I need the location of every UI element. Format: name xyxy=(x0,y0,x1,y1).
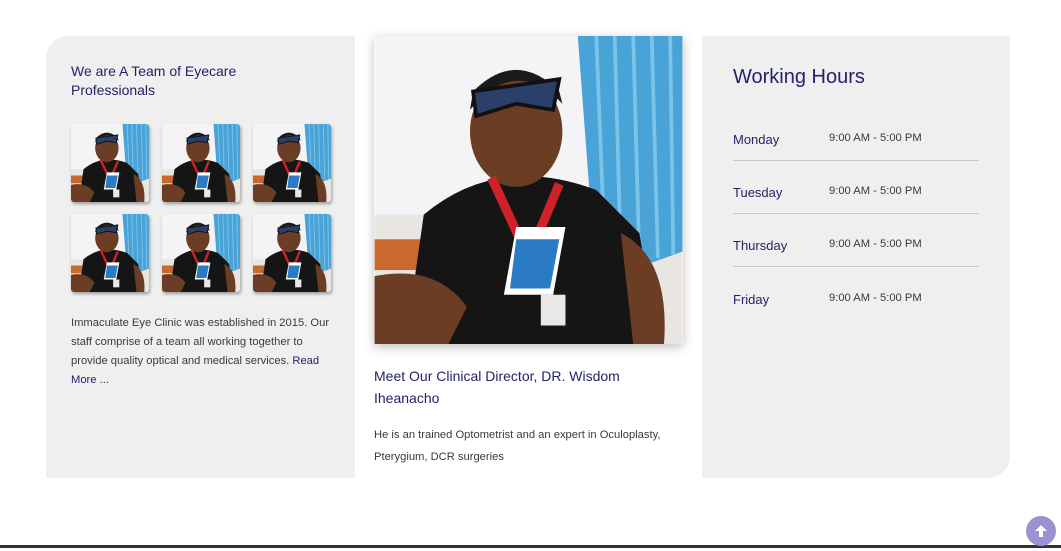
arrow-up-icon xyxy=(1035,525,1047,537)
team-photo-image xyxy=(162,124,240,202)
team-photo[interactable] xyxy=(71,214,149,292)
director-title: Meet Our Clinical Director, DR. Wisdom I… xyxy=(374,368,620,406)
scroll-to-top-button[interactable] xyxy=(1026,516,1056,546)
hours-row: Monday 9:00 AM - 5:00 PM xyxy=(733,124,979,161)
team-photo[interactable] xyxy=(162,124,240,202)
team-photo-image xyxy=(253,214,331,292)
team-photo[interactable] xyxy=(253,124,331,202)
team-photo-image xyxy=(162,214,240,292)
day-label: Tuesday xyxy=(733,185,783,200)
day-label: Thursday xyxy=(733,238,788,253)
time-value: 9:00 AM - 5:00 PM xyxy=(829,132,922,144)
time-value: 9:00 AM - 5:00 PM xyxy=(829,292,922,304)
working-hours-title: Working Hours xyxy=(733,66,865,88)
team-photo-image xyxy=(71,214,149,292)
team-photo-image xyxy=(71,124,149,202)
time-value: 9:00 AM - 5:00 PM xyxy=(829,238,922,250)
working-hours-card: Working Hours Monday 9:00 AM - 5:00 PM T… xyxy=(702,36,1010,478)
hours-row: Friday 9:00 AM - 5:00 PM xyxy=(733,284,979,320)
team-title: We are A Team of Eyecare Professionals xyxy=(71,63,237,98)
day-label: Monday xyxy=(733,132,780,147)
hours-row: Tuesday 9:00 AM - 5:00 PM xyxy=(733,177,979,214)
team-photo-image xyxy=(253,124,331,202)
about-text: Immaculate Eye Clinic was established in… xyxy=(71,317,330,367)
day-label: Friday xyxy=(733,292,770,307)
time-value: 9:00 AM - 5:00 PM xyxy=(829,185,922,197)
director-description: He is an trained Optometrist and an expe… xyxy=(374,429,661,463)
team-photo[interactable] xyxy=(162,214,240,292)
director-photo xyxy=(374,36,683,344)
hours-row: Thursday 9:00 AM - 5:00 PM xyxy=(733,230,979,267)
team-card: We are A Team of Eyecare Professionals I… xyxy=(46,36,355,478)
team-photo[interactable] xyxy=(71,124,149,202)
team-photo[interactable] xyxy=(253,214,331,292)
director-photo-image xyxy=(374,36,683,344)
about-paragraph: Immaculate Eye Clinic was established in… xyxy=(71,314,333,390)
